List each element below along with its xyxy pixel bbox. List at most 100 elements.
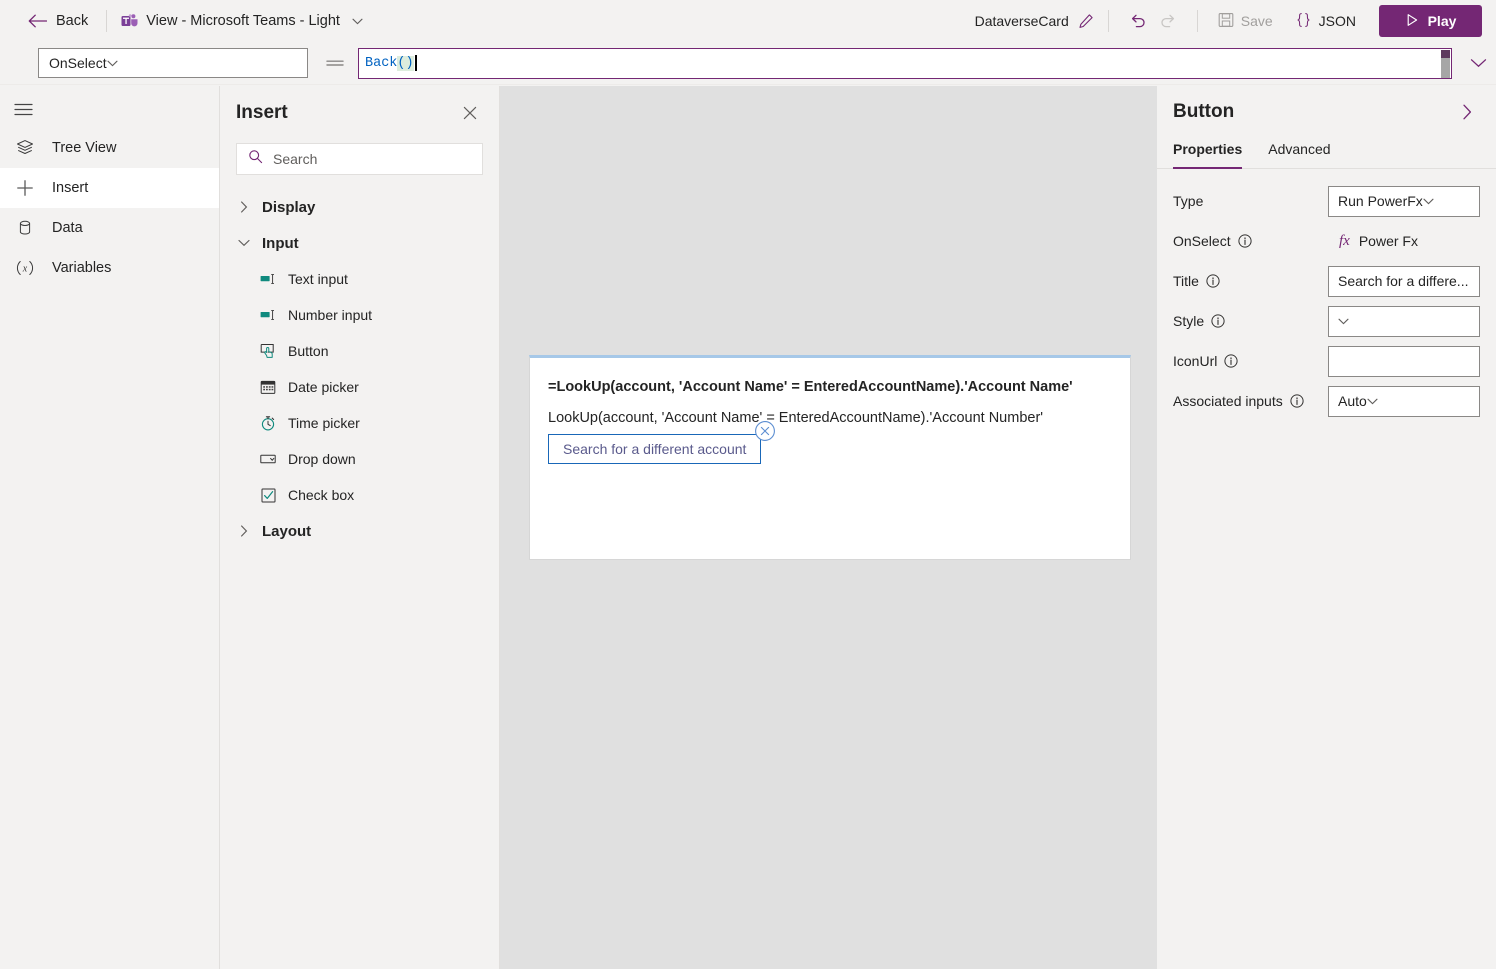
insert-item-check-box[interactable]: Check box <box>220 477 499 513</box>
property-label-text: Associated inputs <box>1173 393 1283 409</box>
chevron-down-icon <box>107 60 118 67</box>
json-button[interactable]: JSON <box>1289 12 1362 31</box>
formula-input[interactable]: Back() <box>358 47 1452 79</box>
scrollbar-track[interactable] <box>1441 57 1450 78</box>
adaptive-card-preview[interactable]: =LookUp(account, 'Account Name' = Entere… <box>529 355 1131 560</box>
card-action-button-label: Search for a different account <box>563 441 747 457</box>
save-floppy-icon <box>1218 12 1234 31</box>
property-label-text: Style <box>1173 313 1205 329</box>
info-circle-icon[interactable] <box>1290 394 1304 408</box>
property-label: IconUrl <box>1173 353 1328 369</box>
sidebar-item-variables[interactable]: x Variables <box>0 248 219 288</box>
hamburger-menu-icon[interactable] <box>0 90 46 128</box>
panel-title: Insert <box>236 102 288 123</box>
insert-item-button[interactable]: Button <box>220 333 499 369</box>
json-label: JSON <box>1318 13 1356 29</box>
insert-item-label: Date picker <box>288 379 359 395</box>
title-input[interactable]: Search for a differe... <box>1328 265 1480 297</box>
property-label: Associated inputs <box>1173 393 1328 409</box>
pencil-edit-icon[interactable] <box>1078 13 1094 29</box>
close-x-icon[interactable] <box>457 100 483 126</box>
toolbar-actions: DataverseCard Save JSON Play <box>975 0 1496 42</box>
info-circle-icon[interactable] <box>1237 234 1252 248</box>
properties-panel-header: Button <box>1157 86 1496 125</box>
sidebar-item-label: Variables <box>52 260 112 276</box>
insert-group-label: Display <box>262 198 316 216</box>
insert-item-date-picker[interactable]: Date picker <box>220 369 499 405</box>
card-action-button[interactable]: Search for a different account <box>548 434 762 464</box>
chevron-down-icon <box>1423 198 1434 205</box>
tab-properties[interactable]: Properties <box>1173 141 1243 169</box>
property-row-type: Type Run PowerFx <box>1157 181 1496 221</box>
insert-item-text-input[interactable]: Text input <box>220 261 499 297</box>
clock-icon <box>260 415 276 431</box>
toolbar-divider <box>1107 10 1109 32</box>
back-label: Back <box>56 13 89 29</box>
back-button[interactable]: Back <box>28 13 88 29</box>
style-dropdown[interactable] <box>1328 305 1480 337</box>
database-cylinder-icon <box>14 219 36 237</box>
save-button[interactable]: Save <box>1212 12 1279 31</box>
search-input[interactable]: Search <box>236 143 483 175</box>
insert-item-number-input[interactable]: Number input <box>220 297 499 333</box>
associated-inputs-value: Auto <box>1338 393 1367 409</box>
type-dropdown[interactable]: Run PowerFx <box>1328 185 1480 217</box>
card-text-line-2: LookUp(account, 'Account Name' = Entered… <box>548 410 1044 426</box>
associated-inputs-dropdown[interactable]: Auto <box>1328 385 1480 417</box>
view-selector[interactable]: View - Microsoft Teams - Light <box>121 13 363 29</box>
property-selector-dropdown[interactable]: OnSelect <box>38 48 308 78</box>
microsoft-teams-icon <box>121 13 138 29</box>
insert-group-display[interactable]: Display <box>220 189 499 225</box>
curly-braces-icon <box>1295 12 1312 31</box>
insert-item-time-picker[interactable]: Time picker <box>220 405 499 441</box>
variable-x-icon: x <box>14 259 36 277</box>
circle-x-delete-icon[interactable] <box>754 420 776 442</box>
insert-item-label: Time picker <box>288 415 360 431</box>
info-circle-icon[interactable] <box>1211 314 1225 328</box>
property-control: Auto <box>1328 385 1480 417</box>
formula-scrollbar[interactable] <box>1441 49 1450 78</box>
insert-group-input[interactable]: Input <box>220 225 499 261</box>
undo-button[interactable] <box>1123 6 1153 36</box>
chevron-right-icon <box>238 201 250 213</box>
properties-list: Type Run PowerFx OnSelect fx Power Fx Ti… <box>1157 181 1496 421</box>
info-circle-icon[interactable] <box>1224 354 1238 368</box>
insert-group-layout[interactable]: Layout <box>220 513 499 549</box>
button-click-icon <box>260 343 276 359</box>
search-placeholder: Search <box>273 151 318 167</box>
play-button[interactable]: Play <box>1379 5 1482 37</box>
insert-item-label: Number input <box>288 307 373 323</box>
sidebar-item-insert[interactable]: Insert <box>0 168 219 208</box>
tab-advanced[interactable]: Advanced <box>1268 141 1330 168</box>
property-row-onselect: OnSelect fx Power Fx <box>1157 221 1496 261</box>
redo-button[interactable] <box>1153 6 1183 36</box>
checkbox-icon <box>260 487 276 503</box>
layers-tree-icon <box>14 139 36 157</box>
chevron-down-icon <box>238 239 250 247</box>
onselect-powerfx-button[interactable]: fx Power Fx <box>1328 233 1480 250</box>
card-text-line-1: =LookUp(account, 'Account Name' = Entere… <box>548 379 1073 395</box>
chevron-right-icon[interactable] <box>1454 99 1480 125</box>
text-caret <box>414 55 417 71</box>
scrollbar-thumb[interactable] <box>1441 49 1450 58</box>
insert-tree: Display Input Text input Number input Bu… <box>220 189 499 549</box>
iconurl-input[interactable] <box>1328 345 1480 377</box>
formula-expand-button[interactable] <box>1464 49 1492 77</box>
insert-item-drop-down[interactable]: Drop down <box>220 441 499 477</box>
formula-text: Back() <box>359 55 417 71</box>
insert-group-label: Input <box>262 234 299 252</box>
insert-group-label: Layout <box>262 522 312 540</box>
insert-item-label: Text input <box>288 271 348 287</box>
property-row-title: Title Search for a differe... <box>1157 261 1496 301</box>
sidebar-item-label: Tree View <box>52 140 117 156</box>
canvas-area: =LookUp(account, 'Account Name' = Entere… <box>500 86 1157 969</box>
play-label: Play <box>1427 13 1457 29</box>
sidebar-item-tree-view[interactable]: Tree View <box>0 128 219 168</box>
formula-bar: OnSelect Back() <box>0 42 1496 85</box>
info-circle-icon[interactable] <box>1206 274 1220 288</box>
sidebar-item-data[interactable]: Data <box>0 208 219 248</box>
insert-item-label: Button <box>288 343 329 359</box>
property-control <box>1328 305 1480 337</box>
title-input-value: Search for a differe... <box>1338 273 1469 289</box>
sidebar-item-label: Insert <box>52 180 89 196</box>
